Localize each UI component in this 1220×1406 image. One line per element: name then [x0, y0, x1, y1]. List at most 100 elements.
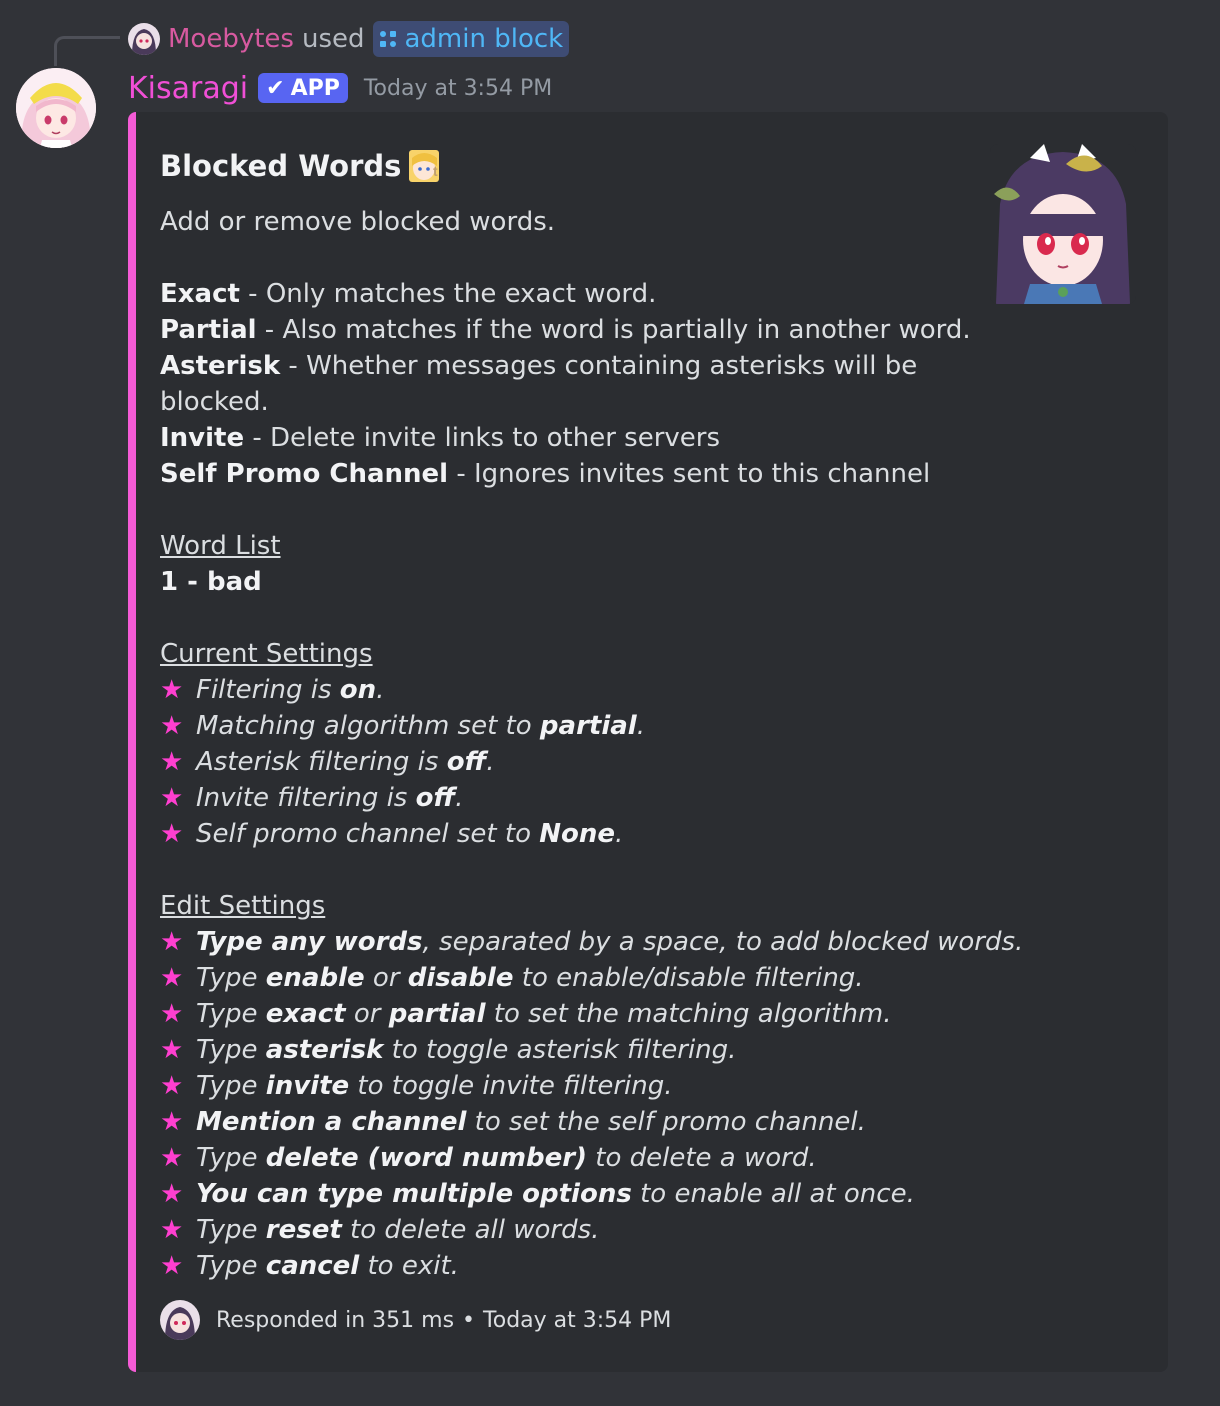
pink-star-icon: ★	[160, 1215, 184, 1245]
setting-value: off	[446, 747, 487, 777]
edit-setting-item: ★ Type invite to toggle invite filtering.	[160, 1068, 960, 1104]
edit-keyword: delete (word number)	[265, 1143, 587, 1173]
edit-text: to enable/disable filtering.	[513, 963, 864, 993]
bot-avatar[interactable]	[16, 68, 96, 148]
reply-username[interactable]: Moebytes	[168, 24, 294, 54]
edit-setting-item: ★ Type exact or partial to set the matchi…	[160, 996, 960, 1032]
edit-setting-item: ★ Type delete (word number) to delete a w…	[160, 1140, 960, 1176]
edit-keyword: exact	[265, 999, 346, 1029]
embed-title-text: Blocked Words	[160, 149, 402, 183]
edit-keyword: enable	[265, 963, 365, 993]
definition-text: - Only matches the exact word.	[239, 279, 657, 309]
custom-emoji-icon: t	[409, 150, 440, 182]
definition-term: Self Promo Channel	[160, 459, 449, 489]
setting-text: Invite filtering is	[196, 783, 416, 813]
setting-text: Matching algorithm set to	[196, 711, 540, 741]
edit-text: to toggle invite filtering.	[349, 1071, 673, 1101]
setting-value: off	[415, 783, 456, 813]
edit-text: to enable all at once.	[631, 1179, 915, 1209]
word-list-item: 1 - bad	[160, 564, 960, 600]
pink-star-icon: ★	[160, 927, 184, 957]
embed-footer: Responded in 351 ms • Today at 3:54 PM	[160, 1300, 671, 1340]
svg-text:t: t	[433, 163, 438, 179]
edit-keyword: disable	[407, 963, 514, 993]
definition-line: Partial - Also matches if the word is pa…	[160, 312, 971, 348]
setting-text: Self promo channel set to	[196, 819, 540, 849]
definition-term: Invite	[160, 423, 245, 453]
definition-term: Asterisk	[160, 351, 281, 381]
setting-punct: .	[376, 675, 385, 705]
edit-text: to delete all words.	[341, 1215, 600, 1245]
edit-keyword: Type any words	[196, 927, 423, 957]
edit-keyword: You can type multiple options	[196, 1179, 632, 1209]
pink-star-icon: ★	[160, 1179, 184, 1209]
slash-command-pill[interactable]: admin block	[372, 21, 570, 57]
edit-keyword: partial	[388, 999, 486, 1029]
setting-punct: .	[615, 819, 624, 849]
definition-line: Self Promo Channel - Ignores invites sen…	[160, 456, 960, 492]
embed-title: Blocked Words t	[160, 148, 443, 184]
edit-setting-item: ★ Type any words, separated by a space, t…	[160, 924, 1023, 960]
footer-separator: •	[462, 1307, 476, 1333]
edit-text: or	[345, 999, 389, 1029]
edit-text: or	[364, 963, 408, 993]
user-avatar-small[interactable]	[128, 23, 160, 55]
embed-description-text: Add or remove blocked words.	[160, 207, 556, 237]
pink-star-icon: ★	[160, 963, 184, 993]
pink-star-icon: ★	[160, 819, 184, 849]
setting-punct: .	[455, 783, 464, 813]
edit-setting-item: ★ Type cancel to exit.	[160, 1248, 960, 1284]
word-list-heading: Word List	[160, 531, 281, 561]
definition-text: - Also matches if the word is partially …	[256, 315, 971, 345]
footer-timestamp: Today at 3:54 PM	[483, 1307, 672, 1333]
edit-text: to toggle asterisk filtering.	[383, 1035, 737, 1065]
setting-punct: .	[636, 711, 645, 741]
current-setting-item: ★ Matching algorithm set to partial.	[160, 708, 960, 744]
definition-line: Exact - Only matches the exact word.	[160, 276, 960, 312]
edit-text: Type	[196, 999, 266, 1029]
author-name[interactable]: Kisaragi	[128, 71, 248, 106]
setting-text: Asterisk filtering is	[196, 747, 447, 777]
edit-settings-heading: Edit Settings	[160, 891, 326, 921]
edit-text: Type	[196, 1251, 266, 1281]
embed-thumbnail[interactable]	[990, 144, 1136, 304]
edit-text: to exit.	[359, 1251, 459, 1281]
app-command-icon	[379, 31, 396, 47]
definition-text: - Ignores invites sent to this channel	[448, 459, 931, 489]
edit-text: Type	[196, 1035, 266, 1065]
app-badge: ✔ APP	[258, 73, 348, 103]
setting-punct: .	[486, 747, 495, 777]
current-setting-item: ★ Asterisk filtering is off.	[160, 744, 960, 780]
pink-star-icon: ★	[160, 675, 184, 705]
pink-star-icon: ★	[160, 1035, 184, 1065]
edit-setting-item: ★ You can type multiple options to enable…	[160, 1176, 960, 1212]
definition-term: Exact	[160, 279, 240, 309]
edit-keyword: cancel	[265, 1251, 360, 1281]
definition-line: Invite - Delete invite links to other se…	[160, 420, 960, 456]
current-setting-item: ★ Invite filtering is off.	[160, 780, 960, 816]
message-timestamp[interactable]: Today at 3:54 PM	[364, 76, 552, 101]
pink-star-icon: ★	[160, 1071, 184, 1101]
definition-text: - Whether messages containing asterisks …	[280, 351, 918, 381]
edit-setting-item: ★ Type asterisk to toggle asterisk filter…	[160, 1032, 960, 1068]
pink-star-icon: ★	[160, 1143, 184, 1173]
edit-keyword: asterisk	[265, 1035, 384, 1065]
pink-star-icon: ★	[160, 783, 184, 813]
edit-setting-item: ★ Mention a channel to set the self promo…	[160, 1104, 960, 1140]
edit-text: Type	[196, 1071, 266, 1101]
message-header: Kisaragi ✔ APP Today at 3:54 PM	[128, 68, 552, 108]
setting-value: on	[339, 675, 377, 705]
definition-text: - Delete invite links to other servers	[244, 423, 721, 453]
pink-star-icon: ★	[160, 999, 184, 1029]
edit-setting-item: ★ Type enable or disable to enable/disabl…	[160, 960, 960, 996]
reply-connector	[54, 36, 120, 66]
definition-term: Partial	[160, 315, 257, 345]
verified-check-icon: ✔	[266, 75, 285, 101]
edit-text: Type	[196, 1143, 266, 1173]
definition-line: blocked.	[160, 384, 960, 420]
current-setting-item: ★ Self promo channel set to None.	[160, 816, 960, 852]
